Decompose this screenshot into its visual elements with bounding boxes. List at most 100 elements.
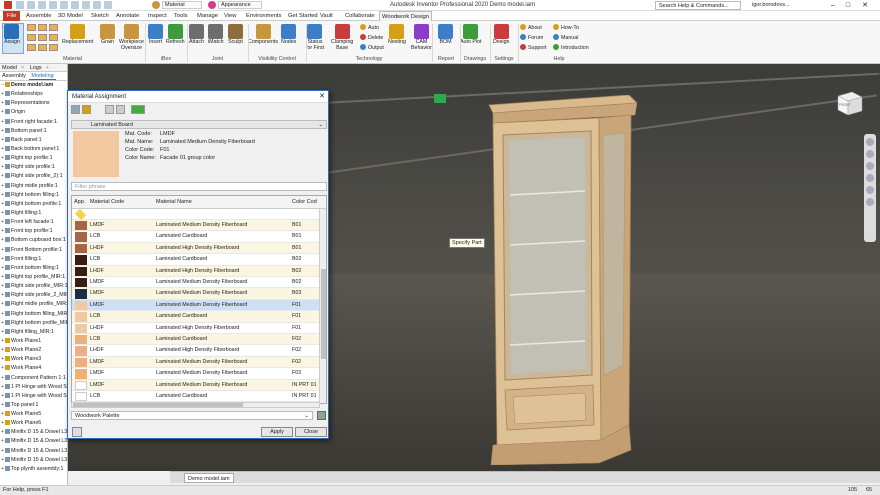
table-row[interactable]: LMDF Laminated Medium Density Fiberboard F… — [72, 368, 320, 380]
tab-file[interactable]: File — [3, 11, 21, 21]
browser-node[interactable]: + Front right facade:1 — [1, 118, 67, 127]
table-row[interactable]: LCB Laminated Cardboard F01 — [72, 311, 320, 323]
browser-node[interactable]: − Demo model.iam — [1, 81, 67, 90]
browser-node[interactable]: +Minifix D 15 & Dowel L34 & Cap D15 PB T… — [1, 456, 67, 465]
tab-view[interactable]: View — [222, 11, 238, 21]
palette-menu-icon[interactable] — [131, 105, 145, 114]
orbit-icon[interactable] — [866, 174, 874, 182]
browser-node[interactable]: + Relationships — [1, 90, 67, 99]
status-for-first-button[interactable]: Status for First — [306, 24, 324, 52]
table-row[interactable]: LHDF Laminated High Density Fiberboard F01 — [72, 323, 320, 334]
material-dropdown[interactable]: Material — [162, 1, 202, 9]
col-color-code[interactable]: Color Cod — [292, 196, 317, 209]
delete-button[interactable]: Delete — [360, 34, 383, 42]
clamping-base-button[interactable]: Clamping Base — [331, 24, 353, 52]
horizontal-scrollbar[interactable] — [71, 402, 320, 408]
tab-collaborate[interactable]: Collaborate — [343, 11, 377, 21]
filter-icon[interactable] — [82, 105, 91, 114]
design-button[interactable]: Design — [493, 24, 510, 46]
new-icon[interactable] — [16, 1, 24, 9]
browser-node[interactable]: + Back panel:1 — [1, 136, 67, 145]
auto-button[interactable]: Auto — [360, 24, 379, 32]
tab-model[interactable]: Model — [0, 65, 19, 71]
material-preset-dropdown[interactable]: Laminated Board ⌄ — [71, 120, 327, 129]
look-at-icon[interactable] — [866, 186, 874, 194]
close-button[interactable]: Close — [295, 427, 327, 437]
table-row[interactable]: LCB Laminated Cardboard B02 — [72, 254, 320, 266]
tab-vault[interactable]: Vault — [318, 11, 335, 21]
browser-node[interactable]: + Front bottom filling:1 — [1, 264, 67, 273]
browser-node[interactable]: + Origin — [1, 108, 67, 117]
browser-node[interactable]: + Work Plane1 — [1, 337, 67, 346]
apply-button[interactable]: Apply — [261, 427, 293, 437]
material-tool-icon[interactable] — [27, 24, 36, 31]
support-button[interactable]: Support — [520, 44, 547, 52]
browser-node[interactable]: + Bottom cupboard box:1 — [1, 236, 67, 245]
attach-button[interactable]: Attach — [189, 24, 204, 46]
material-tool-icon[interactable] — [49, 44, 58, 51]
material-tool-icon[interactable] — [38, 34, 47, 41]
sculpt-button[interactable]: Sculpt — [228, 24, 243, 46]
settings-icon[interactable] — [116, 105, 125, 114]
components-button[interactable]: Components — [248, 24, 278, 46]
browser-node[interactable]: + Front top profile:1 — [1, 227, 67, 236]
help-icon[interactable] — [72, 427, 82, 437]
tab-logs[interactable]: Logs — [28, 65, 44, 71]
table-row[interactable]: LHDF Laminated High Density Fiberboard B02 — [72, 265, 320, 277]
tab-3d-model[interactable]: 3D Model — [56, 11, 85, 21]
material-tool-icon[interactable] — [49, 34, 58, 41]
browser-node[interactable]: +1 PI Hinge with Wood Screw:2 — [1, 392, 67, 401]
browser-node[interactable]: + Right midle profile:1 — [1, 182, 67, 191]
browser-node[interactable]: + Component Pattern 1:1 — [1, 374, 67, 383]
subtab-modeling[interactable]: Modeling — [29, 73, 56, 80]
browser-node[interactable]: + Right top profile:1 — [1, 154, 67, 163]
open-icon[interactable] — [27, 1, 35, 9]
col-material-code[interactable]: Material Code — [90, 196, 124, 209]
material-tool-icon[interactable] — [49, 24, 58, 31]
browser-node[interactable]: + Work Plane2 — [1, 346, 67, 355]
subtab-assembly[interactable]: Assembly — [0, 73, 28, 79]
browser-node[interactable]: + Work Plane4 — [1, 364, 67, 373]
material-tool-icon[interactable] — [27, 44, 36, 51]
table-row[interactable]: LHDF Laminated High Density Fiberboard F02 — [72, 345, 320, 357]
viewcube[interactable]: FRONT — [834, 88, 864, 118]
full-nav-wheel-icon[interactable] — [866, 138, 874, 146]
table-row[interactable]: LCB Laminated Cardboard B01 — [72, 231, 320, 243]
browser-node[interactable]: + Right bottom profile:1 — [1, 200, 67, 209]
browser-node[interactable]: + Front filling:1 — [1, 255, 67, 264]
palette-dropdown[interactable]: Woodwork Palette ⌄ — [71, 411, 313, 420]
tab-woodwork-design[interactable]: Woodwork Design — [379, 11, 432, 21]
table-row[interactable]: LMDF Laminated Medium Density Fiberboard B… — [72, 277, 320, 289]
tab-inspect[interactable]: Inspect — [146, 11, 169, 21]
browser-node[interactable]: + Work Plane3 — [1, 355, 67, 364]
tab-manage[interactable]: Manage — [195, 11, 220, 21]
browser-node[interactable]: + Right midle profile_MIR:1 — [1, 300, 67, 309]
new-row[interactable] — [72, 208, 320, 221]
material-tool-icon[interactable] — [38, 44, 47, 51]
browser-node[interactable]: + Right side profile:1 — [1, 163, 67, 172]
cabinet-model[interactable] — [479, 95, 637, 465]
minimize-button[interactable]: – — [826, 0, 840, 11]
scroll-thumb[interactable] — [321, 269, 326, 359]
scroll-thumb[interactable] — [73, 403, 243, 407]
filter-input[interactable]: Filter phrase — [71, 182, 327, 191]
redo-icon[interactable] — [60, 1, 68, 9]
grain-button[interactable]: Grain — [100, 24, 115, 46]
browser-node[interactable]: + Right filling_MIR:1 — [1, 328, 67, 337]
zoom-icon[interactable] — [866, 162, 874, 170]
help-search-input[interactable]: Search Help & Commands... — [655, 1, 741, 10]
document-tab[interactable]: Demo model.iam — [184, 473, 234, 483]
palette-edit-icon[interactable] — [317, 411, 326, 420]
vertical-scrollbar[interactable] — [319, 209, 326, 403]
how-to-button[interactable]: How-To — [553, 24, 579, 32]
save-icon[interactable] — [38, 1, 46, 9]
browse-icon[interactable] — [71, 105, 80, 114]
imatch-button[interactable]: iMatch — [208, 24, 224, 46]
table-row[interactable]: LMDF Laminated Medium Density Fiberboard F… — [72, 299, 320, 312]
replacement-button[interactable]: Replacement — [62, 24, 93, 46]
edit-icon[interactable] — [105, 105, 114, 114]
measure-icon[interactable] — [104, 1, 112, 9]
browser-node[interactable]: + Work Plane5 — [1, 410, 67, 419]
browser-node[interactable]: +Minifix D 15 & Dowel L34 & Cap D15 PB T… — [1, 447, 67, 456]
tab-assemble[interactable]: Assemble — [24, 11, 53, 21]
